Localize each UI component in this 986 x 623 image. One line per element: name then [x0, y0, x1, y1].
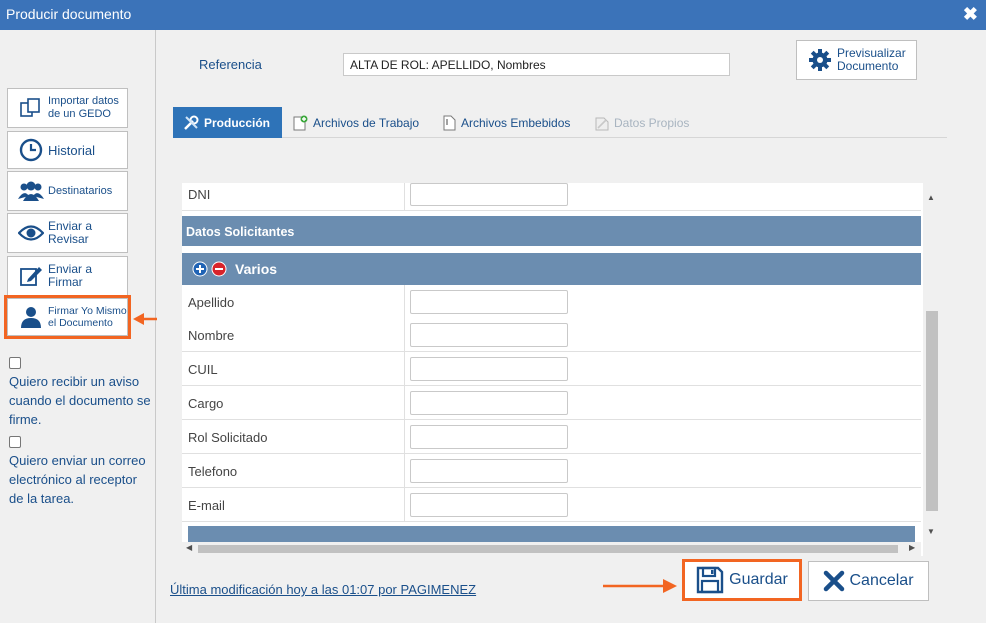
scroll-up-icon[interactable]: ▲	[927, 193, 935, 202]
vertical-scroll-thumb[interactable]	[926, 311, 938, 511]
tab-produccion[interactable]: Producción	[173, 107, 283, 138]
send-email-text: Quiero enviar un correo electrónico al r…	[9, 453, 146, 506]
plus-icon[interactable]	[192, 261, 208, 277]
form-row-email: E-mail	[182, 488, 921, 522]
tab-archivos-trabajo-label: Archivos de Trabajo	[313, 115, 420, 130]
tools-icon	[183, 115, 199, 131]
form-row-nombre: Nombre	[182, 318, 921, 352]
tab-archivos-trabajo[interactable]: Archivos de Trabajo	[293, 107, 419, 138]
next-section-header	[188, 526, 915, 542]
tab-produccion-label: Producción	[204, 115, 271, 130]
tab-datos-propios-label: Datos Propios	[614, 115, 690, 130]
referencia-label: Referencia	[199, 57, 262, 72]
tab-datos-propios: Datos Propios	[595, 107, 689, 138]
send-review-label-2: Revisar	[48, 232, 89, 246]
send-sign-label-2: Firmar	[48, 275, 83, 289]
user-icon	[18, 306, 44, 328]
cuil-label: CUIL	[188, 362, 218, 377]
apellido-input[interactable]	[410, 290, 568, 314]
recipients-label: Destinatarios	[48, 184, 113, 197]
window-title: Producir documento	[6, 6, 132, 22]
last-modified-link[interactable]: Última modificación hoy a las 01:07 por …	[170, 582, 476, 597]
scroll-right-icon[interactable]: ▶	[909, 543, 915, 552]
pencil-icon	[18, 264, 44, 288]
add-file-icon	[293, 115, 308, 131]
apellido-label: Apellido	[188, 295, 235, 310]
nombre-input[interactable]	[410, 323, 568, 347]
eye-icon	[18, 224, 44, 242]
save-label: Guardar	[729, 571, 788, 588]
x-icon	[823, 570, 845, 592]
form-row-cuil: CUIL	[182, 352, 921, 386]
history-button[interactable]: Historial	[7, 131, 128, 169]
sign-myself-label-2: el Documento	[48, 317, 113, 329]
recipients-button[interactable]: Destinatarios	[7, 171, 128, 211]
right-arrow-icon	[603, 579, 677, 593]
form-row-telefono: Telefono	[182, 454, 921, 488]
preview-label-2: Documento	[837, 59, 899, 73]
send-review-button[interactable]: Enviar a Revisar	[7, 213, 128, 253]
sign-myself-button[interactable]: Firmar Yo Mismo el Documento	[4, 295, 131, 339]
import-label-1: Importar datos	[48, 95, 119, 107]
file-icon	[595, 115, 609, 131]
cancel-label: Cancelar	[849, 572, 914, 589]
floppy-disk-icon	[696, 566, 724, 594]
dni-label: DNI	[188, 187, 211, 202]
scroll-left-icon[interactable]: ◀	[186, 543, 192, 552]
group-varios-label: Varios	[235, 261, 278, 277]
dni-input[interactable]	[410, 183, 568, 206]
email-label: E-mail	[188, 498, 225, 513]
notify-signed-checkbox[interactable]	[9, 357, 21, 369]
email-input[interactable]	[410, 493, 568, 517]
form-row-cargo: Cargo	[182, 386, 921, 420]
horizontal-scroll-thumb[interactable]	[198, 545, 898, 553]
history-label: Historial	[48, 142, 95, 158]
tab-archivos-embebidos[interactable]: Archivos Embebidos	[443, 107, 570, 138]
cargo-label: Cargo	[188, 396, 224, 411]
tab-archivos-embebidos-label: Archivos Embebidos	[461, 115, 571, 130]
form-row-dni: DNI	[182, 183, 921, 211]
cargo-input[interactable]	[410, 391, 568, 415]
attach-file-icon	[443, 115, 456, 131]
telefono-label: Telefono	[188, 464, 238, 479]
copy-icon	[18, 98, 44, 118]
group-varios: Varios	[182, 253, 921, 285]
rol-solicitado-input[interactable]	[410, 425, 568, 449]
preview-label-1: Previsualizar	[837, 46, 906, 60]
notify-signed-text: Quiero recibir un aviso cuando el docume…	[9, 374, 151, 427]
send-review-label-1: Enviar a	[48, 219, 93, 233]
import-label-2: de un GEDO	[48, 108, 111, 120]
scroll-down-icon[interactable]: ▼	[927, 527, 935, 536]
import-gedo-button[interactable]: Importar datos de un GEDO	[7, 88, 128, 128]
minus-icon[interactable]	[211, 261, 227, 277]
send-email-checkbox[interactable]	[9, 436, 21, 448]
horizontal-scrollbar[interactable]: ◀ ▶	[182, 542, 921, 556]
rol-solicitado-label: Rol Solicitado	[188, 430, 268, 445]
clock-icon	[18, 138, 44, 162]
preview-document-button[interactable]: Previsualizar Documento	[796, 40, 917, 80]
form-row-apellido: Apellido	[182, 285, 921, 319]
cancel-button[interactable]: Cancelar	[808, 561, 929, 601]
tab-bar: Producción Archivos de Trabajo Archivos …	[173, 107, 947, 138]
send-sign-label-1: Enviar a	[48, 262, 93, 276]
section-datos-solicitantes: Datos Solicitantes	[182, 216, 921, 246]
referencia-input[interactable]: ALTA DE ROL: APELLIDO, Nombres	[343, 53, 730, 76]
save-button[interactable]: Guardar	[682, 559, 802, 601]
sign-myself-label-1: Firmar Yo Mismo	[48, 305, 127, 317]
send-sign-button[interactable]: Enviar a Firmar	[7, 256, 128, 296]
form-row-rol-solicitado: Rol Solicitado	[182, 420, 921, 454]
form-scroll-area: DNI Datos Solicitantes Varios Apellido N…	[182, 183, 939, 556]
cuil-input[interactable]	[410, 357, 568, 381]
close-icon[interactable]: ✖	[963, 4, 978, 25]
gear-icon	[809, 49, 831, 71]
nombre-label: Nombre	[188, 328, 235, 343]
main-panel: Referencia ALTA DE ROL: APELLIDO, Nombre…	[157, 30, 986, 623]
telefono-input[interactable]	[410, 459, 568, 483]
vertical-scrollbar[interactable]: ▲ ▼	[923, 183, 939, 556]
users-icon	[18, 181, 44, 201]
title-bar: Producir documento ✖	[0, 0, 986, 30]
